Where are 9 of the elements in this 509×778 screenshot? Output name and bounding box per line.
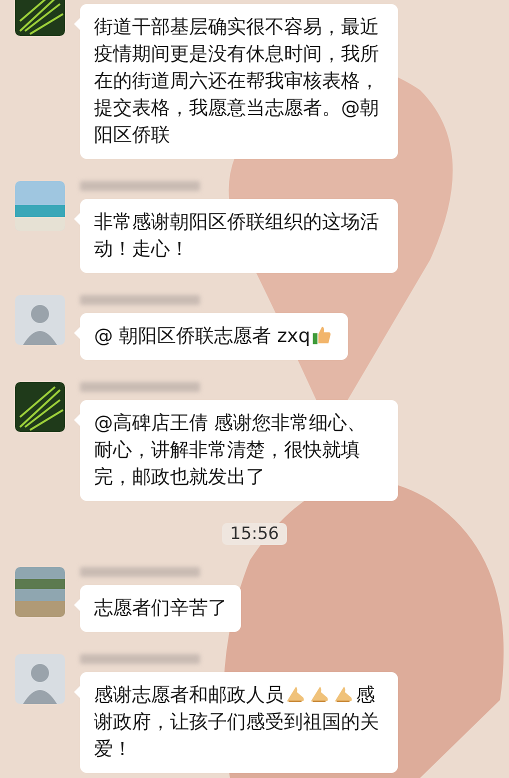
message-text: 感谢志愿者和邮政人员 bbox=[94, 684, 284, 706]
message-text: 街道干部基层确实很不容易，最近疫情期间更是没有休息时间，我所在的街道周六还在帮我审核表格，提交表格，我愿意当志愿者。@朝阳区侨联 bbox=[94, 16, 379, 146]
timestamp: 15:56 bbox=[222, 523, 287, 545]
message-text: 感 bbox=[356, 684, 375, 706]
message-text: 志愿者们辛苦了 bbox=[94, 597, 227, 619]
message-text: @高碑店王倩 感谢您非常细心、耐心，讲解非常清楚，很快就填完，邮政也就发出了 bbox=[94, 412, 366, 488]
message-text: 谢政府，让孩子们感受到祖国的关爱！ bbox=[94, 710, 380, 762]
message-text: @ 朝阳区侨联志愿者 zxq bbox=[94, 325, 310, 347]
message-text: 非常感谢朝阳区侨联组织的这场活动！走心！ bbox=[94, 211, 379, 260]
